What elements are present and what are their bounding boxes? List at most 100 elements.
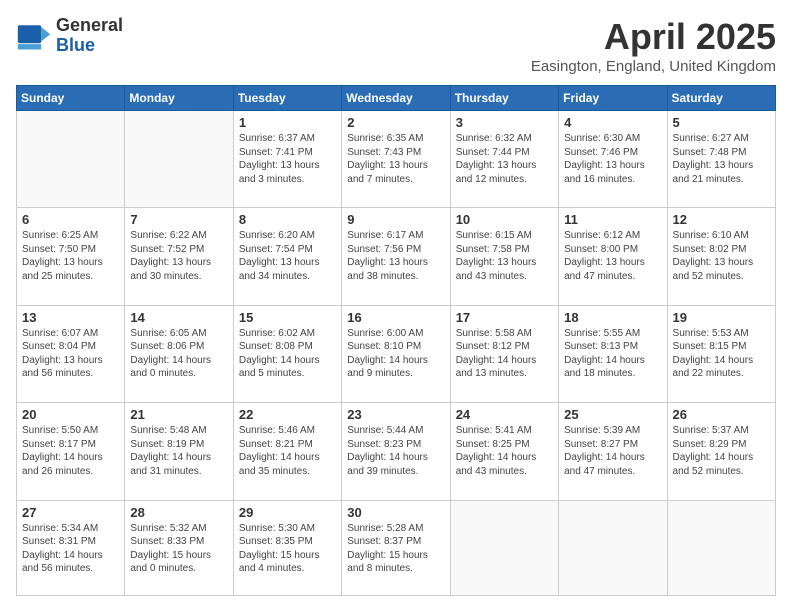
cell-w1-d7: 5Sunrise: 6:27 AMSunset: 7:48 PMDaylight…: [667, 111, 775, 208]
day-number: 16: [347, 310, 444, 325]
day-number: 5: [673, 115, 770, 130]
cell-w4-d5: 24 Sunrise: 5:41 AMSunset: 8:25 PMDayligh…: [450, 403, 558, 500]
day-info: Sunrise: 5:41 AMSunset: 8:25 PMDaylight:…: [456, 424, 553, 478]
week-row-1: 1 Sunrise: 6:37 AMSunset: 7:41 PMDaylight…: [17, 111, 776, 208]
day-number: 4: [564, 115, 661, 130]
day-number: 24: [456, 407, 553, 422]
day-info: Sunrise: 6:15 AMSunset: 7:58 PMDaylight:…: [456, 229, 553, 283]
day-number: 18: [564, 310, 661, 325]
cell-w5-d4: 30Sunrise: 5:28 AMSunset: 8:37 PMDayligh…: [342, 500, 450, 595]
day-info: Sunrise: 6:12 AMSunset: 8:00 PMDaylight:…: [564, 229, 661, 283]
header-row: Sunday Monday Tuesday Wednesday Thursday…: [17, 86, 776, 111]
cell-w2-d3: 8 Sunrise: 6:20 AMSunset: 7:54 PMDaylight…: [233, 208, 341, 305]
day-number: 28: [130, 505, 227, 520]
col-saturday: Saturday: [667, 86, 775, 111]
day-info: Sunrise: 5:28 AMSunset: 8:37 PMDaylight:…: [347, 522, 444, 576]
cell-w4-d6: 25 Sunrise: 5:39 AMSunset: 8:27 PMDayligh…: [559, 403, 667, 500]
cell-w1-d1: [17, 111, 125, 208]
day-number: 26: [673, 407, 770, 422]
day-info: Sunrise: 5:46 AMSunset: 8:21 PMDaylight:…: [239, 424, 336, 478]
day-info: Sunrise: 6:37 AMSunset: 7:41 PMDaylight:…: [239, 132, 336, 186]
calendar-table: Sunday Monday Tuesday Wednesday Thursday…: [16, 85, 776, 596]
cell-w2-d6: 11 Sunrise: 6:12 AMSunset: 8:00 PMDayligh…: [559, 208, 667, 305]
title-location: Easington, England, United Kingdom: [531, 58, 776, 75]
logo-icon: [16, 18, 52, 54]
day-info: Sunrise: 5:53 AMSunset: 8:15 PMDaylight:…: [673, 327, 770, 381]
week-row-2: 6 Sunrise: 6:25 AMSunset: 7:50 PMDaylight…: [17, 208, 776, 305]
cell-w1-d2: [125, 111, 233, 208]
cell-w5-d2: 28Sunrise: 5:32 AMSunset: 8:33 PMDayligh…: [125, 500, 233, 595]
col-wednesday: Wednesday: [342, 86, 450, 111]
logo-general: General: [56, 16, 123, 36]
day-number: 13: [22, 310, 119, 325]
cell-w2-d7: 12Sunrise: 6:10 AMSunset: 8:02 PMDayligh…: [667, 208, 775, 305]
day-number: 27: [22, 505, 119, 520]
day-number: 2: [347, 115, 444, 130]
day-info: Sunrise: 6:35 AMSunset: 7:43 PMDaylight:…: [347, 132, 444, 186]
day-number: 29: [239, 505, 336, 520]
calendar-body: 1 Sunrise: 6:37 AMSunset: 7:41 PMDaylight…: [17, 111, 776, 596]
cell-w4-d3: 22Sunrise: 5:46 AMSunset: 8:21 PMDayligh…: [233, 403, 341, 500]
day-info: Sunrise: 6:00 AMSunset: 8:10 PMDaylight:…: [347, 327, 444, 381]
day-number: 20: [22, 407, 119, 422]
day-info: Sunrise: 6:25 AMSunset: 7:50 PMDaylight:…: [22, 229, 119, 283]
cell-w1-d3: 1 Sunrise: 6:37 AMSunset: 7:41 PMDaylight…: [233, 111, 341, 208]
cell-w5-d5: [450, 500, 558, 595]
day-number: 8: [239, 212, 336, 227]
cell-w3-d6: 18 Sunrise: 5:55 AMSunset: 8:13 PMDayligh…: [559, 305, 667, 402]
day-number: 19: [673, 310, 770, 325]
col-monday: Monday: [125, 86, 233, 111]
day-number: 7: [130, 212, 227, 227]
col-sunday: Sunday: [17, 86, 125, 111]
cell-w4-d1: 20Sunrise: 5:50 AMSunset: 8:17 PMDayligh…: [17, 403, 125, 500]
day-info: Sunrise: 6:02 AMSunset: 8:08 PMDaylight:…: [239, 327, 336, 381]
day-number: 1: [239, 115, 336, 130]
day-number: 17: [456, 310, 553, 325]
day-info: Sunrise: 6:17 AMSunset: 7:56 PMDaylight:…: [347, 229, 444, 283]
title-month: April 2025: [531, 16, 776, 58]
cell-w3-d7: 19 Sunrise: 5:53 AMSunset: 8:15 PMDayligh…: [667, 305, 775, 402]
day-info: Sunrise: 5:39 AMSunset: 8:27 PMDaylight:…: [564, 424, 661, 478]
cell-w1-d5: 3 Sunrise: 6:32 AMSunset: 7:44 PMDaylight…: [450, 111, 558, 208]
day-number: 15: [239, 310, 336, 325]
cell-w4-d2: 21 Sunrise: 5:48 AMSunset: 8:19 PMDayligh…: [125, 403, 233, 500]
cell-w3-d3: 15 Sunrise: 6:02 AMSunset: 8:08 PMDayligh…: [233, 305, 341, 402]
day-info: Sunrise: 5:34 AMSunset: 8:31 PMDaylight:…: [22, 522, 119, 576]
cell-w3-d5: 17 Sunrise: 5:58 AMSunset: 8:12 PMDayligh…: [450, 305, 558, 402]
cell-w4-d4: 23Sunrise: 5:44 AMSunset: 8:23 PMDayligh…: [342, 403, 450, 500]
cell-w3-d2: 14Sunrise: 6:05 AMSunset: 8:06 PMDayligh…: [125, 305, 233, 402]
cell-w3-d1: 13Sunrise: 6:07 AMSunset: 8:04 PMDayligh…: [17, 305, 125, 402]
day-info: Sunrise: 5:44 AMSunset: 8:23 PMDaylight:…: [347, 424, 444, 478]
day-number: 21: [130, 407, 227, 422]
cell-w4-d7: 26 Sunrise: 5:37 AMSunset: 8:29 PMDayligh…: [667, 403, 775, 500]
cell-w2-d2: 7 Sunrise: 6:22 AMSunset: 7:52 PMDaylight…: [125, 208, 233, 305]
day-info: Sunrise: 5:30 AMSunset: 8:35 PMDaylight:…: [239, 522, 336, 576]
day-info: Sunrise: 6:32 AMSunset: 7:44 PMDaylight:…: [456, 132, 553, 186]
cell-w5-d3: 29 Sunrise: 5:30 AMSunset: 8:35 PMDayligh…: [233, 500, 341, 595]
day-info: Sunrise: 6:10 AMSunset: 8:02 PMDaylight:…: [673, 229, 770, 283]
col-thursday: Thursday: [450, 86, 558, 111]
day-number: 3: [456, 115, 553, 130]
cell-w2-d4: 9Sunrise: 6:17 AMSunset: 7:56 PMDaylight…: [342, 208, 450, 305]
day-info: Sunrise: 5:48 AMSunset: 8:19 PMDaylight:…: [130, 424, 227, 478]
week-row-3: 13Sunrise: 6:07 AMSunset: 8:04 PMDayligh…: [17, 305, 776, 402]
day-number: 6: [22, 212, 119, 227]
page: General Blue April 2025 Easington, Engla…: [0, 0, 792, 612]
logo: General Blue: [16, 16, 123, 56]
day-info: Sunrise: 6:05 AMSunset: 8:06 PMDaylight:…: [130, 327, 227, 381]
day-info: Sunrise: 6:22 AMSunset: 7:52 PMDaylight:…: [130, 229, 227, 283]
day-info: Sunrise: 6:20 AMSunset: 7:54 PMDaylight:…: [239, 229, 336, 283]
day-info: Sunrise: 5:58 AMSunset: 8:12 PMDaylight:…: [456, 327, 553, 381]
day-number: 11: [564, 212, 661, 227]
col-tuesday: Tuesday: [233, 86, 341, 111]
day-info: Sunrise: 5:55 AMSunset: 8:13 PMDaylight:…: [564, 327, 661, 381]
day-info: Sunrise: 5:37 AMSunset: 8:29 PMDaylight:…: [673, 424, 770, 478]
cell-w5-d7: [667, 500, 775, 595]
day-number: 25: [564, 407, 661, 422]
week-row-5: 27 Sunrise: 5:34 AMSunset: 8:31 PMDayligh…: [17, 500, 776, 595]
week-row-4: 20Sunrise: 5:50 AMSunset: 8:17 PMDayligh…: [17, 403, 776, 500]
cell-w5-d1: 27 Sunrise: 5:34 AMSunset: 8:31 PMDayligh…: [17, 500, 125, 595]
cell-w3-d4: 16 Sunrise: 6:00 AMSunset: 8:10 PMDayligh…: [342, 305, 450, 402]
cell-w1-d6: 4Sunrise: 6:30 AMSunset: 7:46 PMDaylight…: [559, 111, 667, 208]
col-friday: Friday: [559, 86, 667, 111]
